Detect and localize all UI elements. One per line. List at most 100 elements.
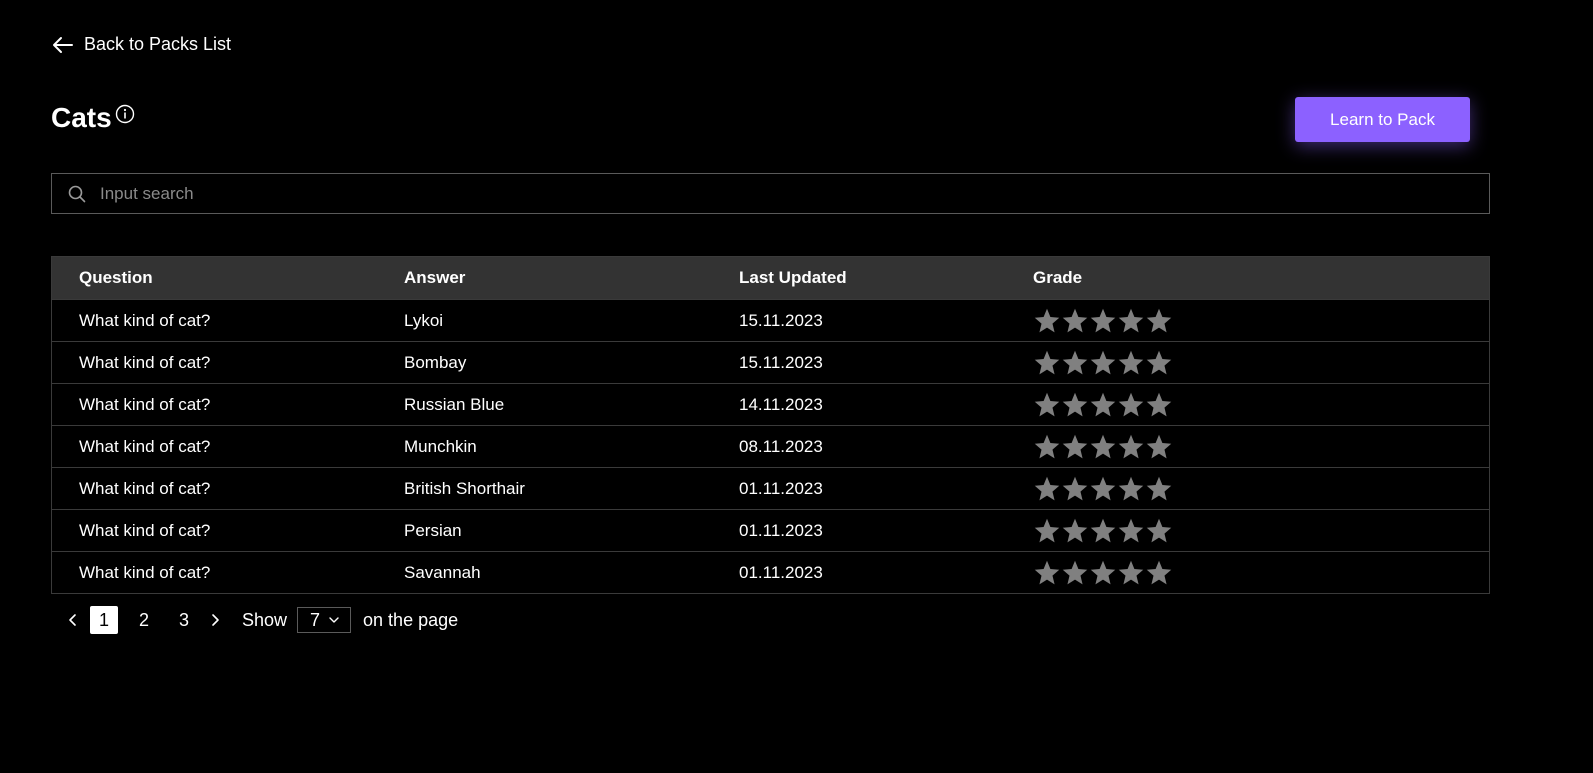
cell-answer: Bombay <box>404 352 467 372</box>
header-last-updated[interactable]: Last Updated <box>739 268 1033 288</box>
page-numbers: 123 <box>84 606 204 634</box>
cell-grade <box>1033 475 1489 503</box>
cell-question: What kind of cat? <box>79 520 211 540</box>
back-link-label: Back to Packs List <box>84 34 232 54</box>
star-icon[interactable] <box>1061 349 1089 377</box>
star-icon[interactable] <box>1089 307 1117 335</box>
table-row: What kind of cat? Russian Blue 14.11.2023 <box>52 383 1489 425</box>
star-icon[interactable] <box>1033 517 1061 545</box>
star-icon[interactable] <box>1089 517 1117 545</box>
arrow-left-icon <box>53 36 73 53</box>
star-icon[interactable] <box>1145 349 1173 377</box>
cell-question: What kind of cat? <box>79 436 211 456</box>
cell-question: What kind of cat? <box>79 478 211 498</box>
cell-grade <box>1033 517 1489 545</box>
chevron-down-icon <box>329 617 339 623</box>
show-label: Show <box>242 609 288 630</box>
cell-last-updated: 14.11.2023 <box>739 394 823 414</box>
learn-to-pack-button[interactable]: Learn to Pack <box>1295 97 1470 142</box>
pack-page: Back to Packs List Cats Learn to Pack Qu… <box>0 0 1593 773</box>
chevron-right-icon <box>212 614 219 626</box>
star-icon[interactable] <box>1145 433 1173 461</box>
cell-grade <box>1033 307 1489 335</box>
page-title: Cats <box>51 102 112 133</box>
star-icon[interactable] <box>1145 517 1173 545</box>
cell-question: What kind of cat? <box>79 394 211 414</box>
cell-last-updated: 01.11.2023 <box>739 478 823 498</box>
search-box[interactable] <box>51 173 1490 214</box>
star-icon[interactable] <box>1033 559 1061 587</box>
chevron-left-icon <box>69 614 76 626</box>
on-page-label: on the page <box>363 609 459 630</box>
cell-answer: Persian <box>404 520 462 540</box>
star-icon[interactable] <box>1145 475 1173 503</box>
page-button-2[interactable]: 2 <box>130 606 158 634</box>
star-icon[interactable] <box>1033 475 1061 503</box>
next-page-button[interactable] <box>204 606 226 634</box>
cell-last-updated: 01.11.2023 <box>739 520 823 540</box>
cell-last-updated: 01.11.2023 <box>739 562 823 582</box>
star-icon[interactable] <box>1117 433 1145 461</box>
cell-answer: Savannah <box>404 562 481 582</box>
cell-grade <box>1033 349 1489 377</box>
cell-last-updated: 15.11.2023 <box>739 310 823 330</box>
star-icon[interactable] <box>1061 475 1089 503</box>
star-icon[interactable] <box>1117 349 1145 377</box>
cell-answer: Munchkin <box>404 436 477 456</box>
star-icon[interactable] <box>1033 349 1061 377</box>
table-row: What kind of cat? Persian 01.11.2023 <box>52 509 1489 551</box>
cell-grade <box>1033 391 1489 419</box>
star-icon[interactable] <box>1145 391 1173 419</box>
star-icon[interactable] <box>1061 307 1089 335</box>
cell-question: What kind of cat? <box>79 310 211 330</box>
table-header: Question Answer Last Updated Grade <box>52 257 1489 299</box>
cell-question: What kind of cat? <box>79 352 211 372</box>
per-page-select[interactable]: 7 <box>297 607 352 633</box>
star-icon[interactable] <box>1061 559 1089 587</box>
prev-page-button[interactable] <box>62 606 84 634</box>
star-icon[interactable] <box>1145 559 1173 587</box>
star-icon[interactable] <box>1117 391 1145 419</box>
star-icon[interactable] <box>1117 307 1145 335</box>
table-body: What kind of cat? Lykoi 15.11.2023 What kin… <box>52 299 1489 593</box>
table-row: What kind of cat? Munchkin 08.11.2023 <box>52 425 1489 467</box>
star-icon[interactable] <box>1089 391 1117 419</box>
title-row: Cats <box>51 100 135 136</box>
header-question[interactable]: Question <box>52 268 404 288</box>
cell-last-updated: 15.11.2023 <box>739 352 823 372</box>
pagination: 123 Show 7 on the page <box>62 606 458 634</box>
star-icon[interactable] <box>1145 307 1173 335</box>
cell-answer: British Shorthair <box>404 478 525 498</box>
star-icon[interactable] <box>1089 349 1117 377</box>
star-icon[interactable] <box>1033 391 1061 419</box>
cards-table: Question Answer Last Updated Grade What … <box>51 256 1490 594</box>
star-icon[interactable] <box>1117 475 1145 503</box>
page-button-1[interactable]: 1 <box>90 606 118 634</box>
per-page-value: 7 <box>310 609 321 630</box>
cell-question: What kind of cat? <box>79 562 211 582</box>
cell-grade <box>1033 559 1489 587</box>
star-icon[interactable] <box>1061 433 1089 461</box>
star-icon[interactable] <box>1061 391 1089 419</box>
star-icon[interactable] <box>1089 559 1117 587</box>
star-icon[interactable] <box>1089 433 1117 461</box>
star-icon[interactable] <box>1089 475 1117 503</box>
star-icon[interactable] <box>1061 517 1089 545</box>
star-icon[interactable] <box>1117 517 1145 545</box>
header-answer[interactable]: Answer <box>404 268 739 288</box>
back-to-packs-link[interactable]: Back to Packs List <box>52 34 231 55</box>
info-circle-icon[interactable] <box>115 104 135 124</box>
search-input[interactable] <box>98 182 1489 205</box>
header-grade[interactable]: Grade <box>1033 268 1489 288</box>
table-row: What kind of cat? Lykoi 15.11.2023 <box>52 299 1489 341</box>
star-icon[interactable] <box>1033 433 1061 461</box>
cell-last-updated: 08.11.2023 <box>739 436 823 456</box>
table-row: What kind of cat? Savannah 01.11.2023 <box>52 551 1489 593</box>
cell-grade <box>1033 433 1489 461</box>
cell-answer: Russian Blue <box>404 394 505 414</box>
star-icon[interactable] <box>1117 559 1145 587</box>
star-icon[interactable] <box>1033 307 1061 335</box>
search-icon <box>68 185 86 202</box>
page-button-3[interactable]: 3 <box>170 606 198 634</box>
table-row: What kind of cat? Bombay 15.11.2023 <box>52 341 1489 383</box>
